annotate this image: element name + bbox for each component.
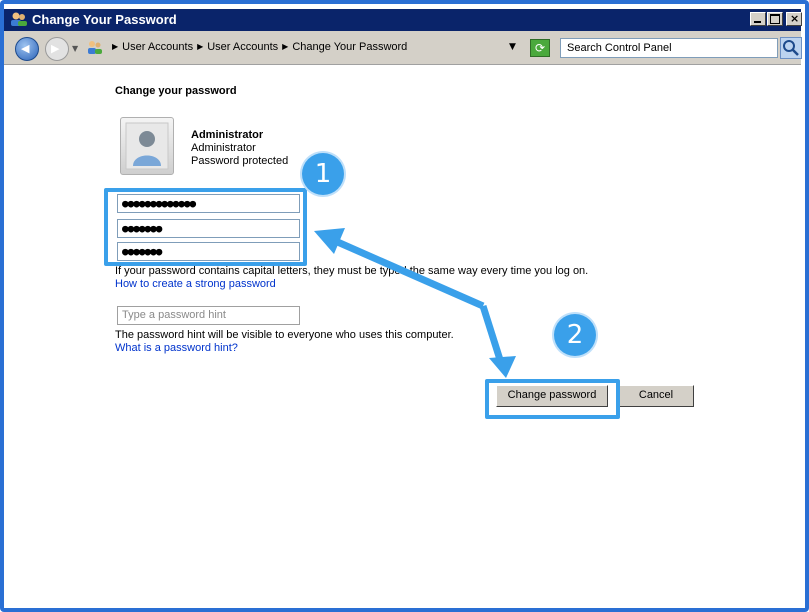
annotation-arrow <box>314 228 516 378</box>
step-1-badge: 1 <box>302 153 344 195</box>
step-2-badge: 2 <box>554 314 596 356</box>
arrow-segment-upper <box>331 236 485 310</box>
arrow-segment-lower <box>479 304 506 368</box>
arrow-head-down-icon <box>489 356 516 378</box>
